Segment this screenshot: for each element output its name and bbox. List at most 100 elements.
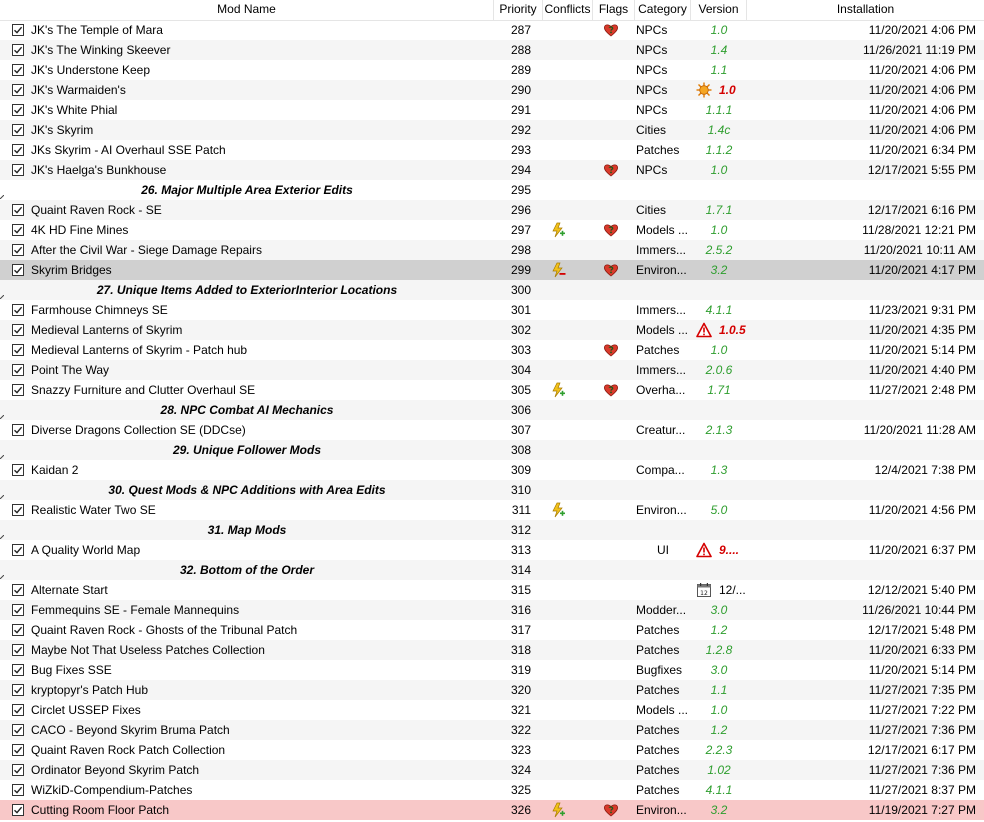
mod-row[interactable]: Medieval Lanterns of Skyrim 302 Models ...… [0,320,984,340]
mod-row[interactable]: JK's White Phial 291 NPCs 1.1.1 11/20/2021 4… [0,100,984,120]
flags-cell [593,120,635,140]
mod-row[interactable]: JK's Warmaiden's 290 NPCs 1.0 11/20/2021 4:0… [0,80,984,100]
enable-checkbox[interactable] [12,644,24,656]
version-cell: 2.5.2 [691,240,747,260]
column-header-version[interactable]: Version [691,0,747,20]
enable-checkbox[interactable] [12,624,24,636]
mod-row[interactable]: CACO - Beyond Skyrim Bruma Patch 322 Patch… [0,720,984,740]
enable-checkbox[interactable] [12,124,24,136]
mod-row[interactable]: WiZkiD-Compendium-Patches 325 Patches 4.1.1… [0,780,984,800]
enable-checkbox[interactable] [12,64,24,76]
mod-row[interactable]: Skyrim Bridges 299 Environ... 3.2 11/20/2021… [0,260,984,280]
version-text: 2.2.3 [705,743,733,757]
enable-checkbox[interactable] [12,424,24,436]
enable-checkbox[interactable] [12,744,24,756]
mod-row[interactable]: Point The Way 304 Immers... 2.0.6 11/20/2021… [0,360,984,380]
enable-checkbox[interactable] [12,24,24,36]
enable-checkbox[interactable] [12,344,24,356]
separator-row[interactable]: 32. Bottom of the Order 314 [0,560,984,580]
enable-checkbox[interactable] [12,304,24,316]
mod-row[interactable]: Femmequins SE - Female Mannequins 316 Modd… [0,600,984,620]
enable-checkbox[interactable] [12,664,24,676]
mod-row[interactable]: Snazzy Furniture and Clutter Overhaul SE… [0,380,984,400]
conflicts-cell [543,760,593,780]
mod-row[interactable]: Medieval Lanterns of Skyrim - Patch hub 3… [0,340,984,360]
enable-checkbox[interactable] [12,324,24,336]
mod-row[interactable]: Bug Fixes SSE 319 Bugfixes 3.0 11/20/2021 5:… [0,660,984,680]
enable-checkbox[interactable] [12,684,24,696]
mod-row[interactable]: Quaint Raven Rock - SE 296 Cities 1.7.1 12/1… [0,200,984,220]
mod-name: JK's Skyrim [31,123,94,137]
enable-checkbox[interactable] [12,544,24,556]
category-cell: Environ... [636,803,687,817]
flags-cell [593,640,635,660]
enable-checkbox[interactable] [12,764,24,776]
mod-row[interactable]: Quaint Raven Rock Patch Collection 323 Pat… [0,740,984,760]
mod-row[interactable]: kryptopyr's Patch Hub 320 Patches 1.1 11/27/… [0,680,984,700]
mod-row[interactable]: A Quality World Map 313 UI 9.... 11/20/2021 … [0,540,984,560]
mod-row[interactable]: Realistic Water Two SE 311 Environ... 5.0 11… [0,500,984,520]
installation-date: 11/20/2021 5:14 PM [868,663,976,677]
mod-row[interactable]: After the Civil War - Siege Damage Repai… [0,240,984,260]
column-header-category[interactable]: Category [635,0,691,20]
mod-row[interactable]: Diverse Dragons Collection SE (DDCse) 307… [0,420,984,440]
column-header-mod-name[interactable]: Mod Name [0,0,494,20]
mod-row[interactable]: JK's The Temple of Mara 287 NPCs 1.0 11/20/2… [0,20,984,40]
enable-checkbox[interactable] [12,464,24,476]
enable-checkbox[interactable] [12,704,24,716]
mod-name: Quaint Raven Rock - Ghosts of the Tribun… [31,623,298,637]
mod-row[interactable]: JK's The Winking Skeever 288 NPCs 1.4 11/26/… [0,40,984,60]
mod-name: A Quality World Map [31,543,141,557]
enable-checkbox[interactable] [12,724,24,736]
conflict-overwritten-icon [550,262,566,278]
enable-checkbox[interactable] [12,384,24,396]
mod-row[interactable]: Cutting Room Floor Patch 326 Environ... 3.2… [0,800,984,820]
enable-checkbox[interactable] [12,584,24,596]
enable-checkbox[interactable] [12,264,24,276]
mod-row[interactable]: 4K HD Fine Mines 297 Models ... 1.0 11/28/20… [0,220,984,240]
mod-row[interactable]: Maybe Not That Useless Patches Collectio… [0,640,984,660]
separator-row[interactable]: 27. Unique Items Added to ExteriorInteri… [0,280,984,300]
mod-name: Realistic Water Two SE [31,503,156,517]
mod-row[interactable]: Farmhouse Chimneys SE 301 Immers... 4.1.1 11… [0,300,984,320]
mod-row[interactable]: Kaidan 2 309 Compa... 1.3 12/4/2021 7:38 PM [0,460,984,480]
conflicts-cell [543,580,593,600]
enable-checkbox[interactable] [12,504,24,516]
enable-checkbox[interactable] [12,104,24,116]
separator-row[interactable]: 30. Quest Mods & NPC Additions with Area… [0,480,984,500]
flags-cell [593,620,635,640]
separator-row[interactable]: 26. Major Multiple Area Exterior Edits 29… [0,180,984,200]
mod-row[interactable]: JK's Haelga's Bunkhouse 294 NPCs 1.0 12/17/2… [0,160,984,180]
mod-row[interactable]: Quaint Raven Rock - Ghosts of the Tribun… [0,620,984,640]
enable-checkbox[interactable] [12,364,24,376]
enable-checkbox[interactable] [12,144,24,156]
flags-cell [593,80,635,100]
column-header-conflicts[interactable]: Conflicts [543,0,593,20]
flags-cell [593,540,635,560]
enable-checkbox[interactable] [12,804,24,816]
enable-checkbox[interactable] [12,164,24,176]
separator-row[interactable]: 29. Unique Follower Mods 308 [0,440,984,460]
separator-row[interactable]: 28. NPC Combat AI Mechanics 306 [0,400,984,420]
separator-row[interactable]: 31. Map Mods 312 [0,520,984,540]
version-cell: 1.0 [691,160,747,180]
mod-row[interactable]: Circlet USSEP Fixes 321 Models ... 1.0 11/27… [0,700,984,720]
column-header-installation[interactable]: Installation [747,0,984,20]
enable-checkbox[interactable] [12,224,24,236]
enable-checkbox[interactable] [12,44,24,56]
version-text: 5.0 [710,503,728,517]
mod-row[interactable]: JK's Understone Keep 289 NPCs 1.1 11/20/2021… [0,60,984,80]
priority-cell: 305 [510,383,531,397]
enable-checkbox[interactable] [12,604,24,616]
enable-checkbox[interactable] [12,784,24,796]
mod-row[interactable]: Alternate Start 315 12 12/... 12/12/2021 5:4… [0,580,984,600]
mod-row[interactable]: JK's Skyrim 292 Cities 1.4c 11/20/2021 4:06 … [0,120,984,140]
mod-row[interactable]: Ordinator Beyond Skyrim Patch 324 Patches 1… [0,760,984,780]
enable-checkbox[interactable] [12,204,24,216]
conflict-overwrite-icon [550,382,566,398]
enable-checkbox[interactable] [12,244,24,256]
column-header-flags[interactable]: Flags [593,0,635,20]
mod-row[interactable]: JKs Skyrim - AI Overhaul SSE Patch 293 Pat… [0,140,984,160]
column-header-priority[interactable]: Priority [494,0,543,20]
enable-checkbox[interactable] [12,84,24,96]
